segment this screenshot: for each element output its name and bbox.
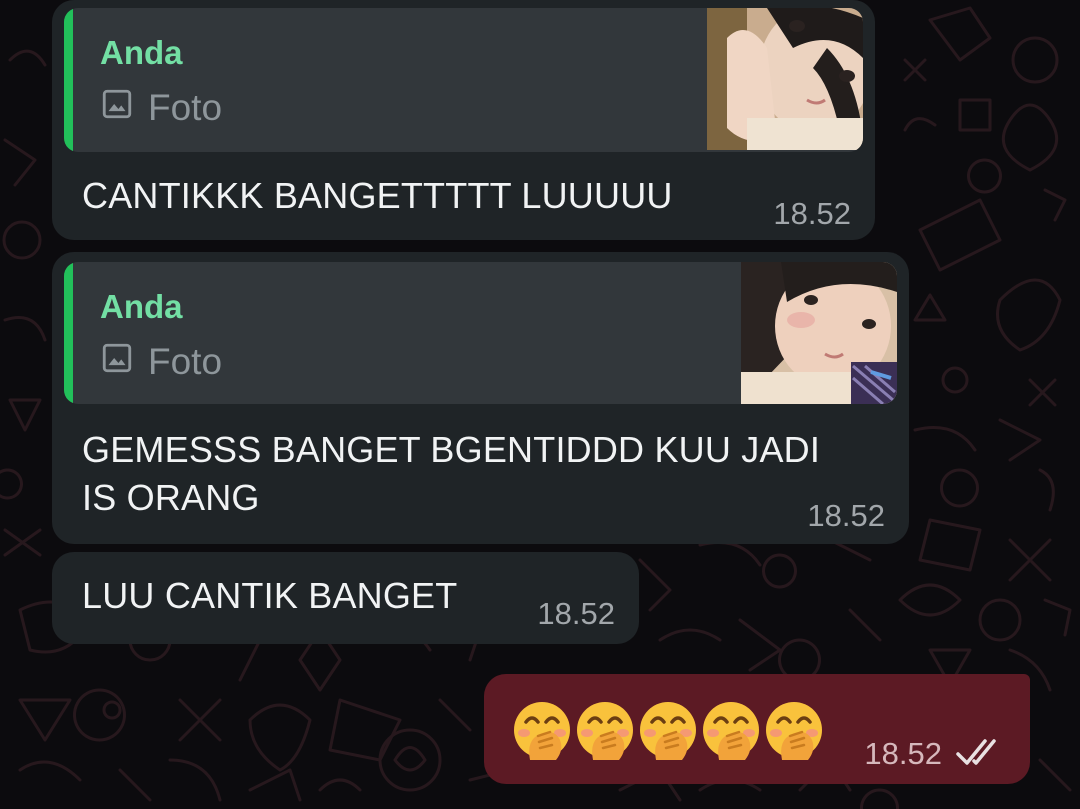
message-text-line-2: IS ORANG [82,477,260,518]
emoji-row [512,700,824,760]
message-bubble-2[interactable]: Anda Foto GEMESSS BANGET BGENTIDDD KUU J… [52,252,909,544]
image-icon [100,87,134,130]
message-time: 18.52 [807,498,885,533]
face-with-hand-over-mouth-emoji [703,702,759,760]
image-icon [100,341,134,384]
quote-author: Anda [100,34,183,71]
quote-type-label: Foto [148,341,223,382]
double-check-icon [954,736,1004,775]
message-bubble-1[interactable]: Anda Foto CANTIKKK BANGETTTTT LUUUUU 18.… [52,0,875,240]
quote-type: Foto [100,86,222,130]
quote-photo-thumbnail[interactable] [707,8,863,150]
message-text: LUU CANTIK BANGET [82,575,458,616]
message-time: 18.52 [773,196,851,231]
face-with-hand-over-mouth-emoji [766,702,822,760]
quote-author: Anda [100,288,183,325]
message-bubble-3[interactable]: LUU CANTIK BANGET 18.52 [52,552,639,644]
quoted-message[interactable]: Anda Foto [64,262,897,404]
quoted-message[interactable]: Anda Foto [64,8,863,152]
message-bubble-outgoing[interactable]: 18.52 [484,674,1030,784]
quote-type: Foto [100,340,222,384]
message-time: 18.52 [864,736,942,771]
message-text: CANTIKKK BANGETTTTT LUUUUU [82,175,673,216]
quote-accent-bar [64,262,73,404]
face-with-hand-over-mouth-emoji [577,702,633,760]
message-time: 18.52 [537,596,615,631]
face-with-hand-over-mouth-emoji [640,702,696,760]
quote-photo-thumbnail[interactable] [741,262,897,404]
quote-type-label: Foto [148,87,223,128]
face-with-hand-over-mouth-emoji [514,702,570,760]
quote-accent-bar [64,8,73,152]
message-text-line-1: GEMESSS BANGET BGENTIDDD KUU JADI [82,429,821,470]
